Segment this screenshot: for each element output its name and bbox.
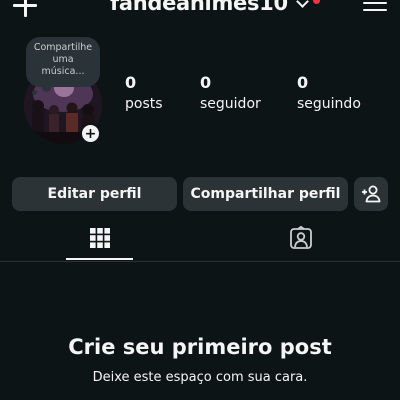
active-tab-indicator [66,258,133,260]
empty-state-title: Crie seu primeiro post [68,335,332,359]
add-story-icon[interactable]: + [80,123,101,144]
edit-profile-button[interactable]: Editar perfil [12,177,177,211]
tagged-person-icon [289,226,312,249]
stat-label: seguindo [297,96,361,112]
chevron-down-icon [295,0,309,8]
account-switcher[interactable]: fandeanimes10 [110,0,320,20]
tab-posts-grid[interactable] [66,216,133,260]
stat-following[interactable]: 0 seguindo [297,74,361,114]
profile-tabs [0,216,400,262]
tab-tagged[interactable] [267,216,334,260]
note-bubble[interactable]: Compartilhe uma música... [26,37,100,92]
stat-count: 0 [125,73,137,92]
notification-dot [312,0,320,4]
stat-followers[interactable]: 0 seguidor [200,74,261,114]
stat-label: seguidor [200,96,261,112]
stat-posts[interactable]: 0 posts [125,74,163,114]
empty-state-subtitle: Deixe este espaço com sua cara. [92,370,308,385]
grid-icon [89,228,110,248]
note-bubble-tail [32,90,37,95]
discover-people-button[interactable] [354,177,388,211]
create-plus-icon[interactable] [12,0,38,18]
share-profile-button[interactable]: Compartilhar perfil [183,177,348,211]
top-bar: fandeanimes10 [0,0,400,20]
stat-count: 0 [297,73,309,92]
note-text: Compartilhe uma música... [33,42,93,77]
stat-count: 0 [200,73,212,92]
stat-label: posts [125,96,163,112]
add-person-icon [362,185,381,203]
menu-icon[interactable] [363,0,387,14]
username: fandeanimes10 [110,0,288,15]
